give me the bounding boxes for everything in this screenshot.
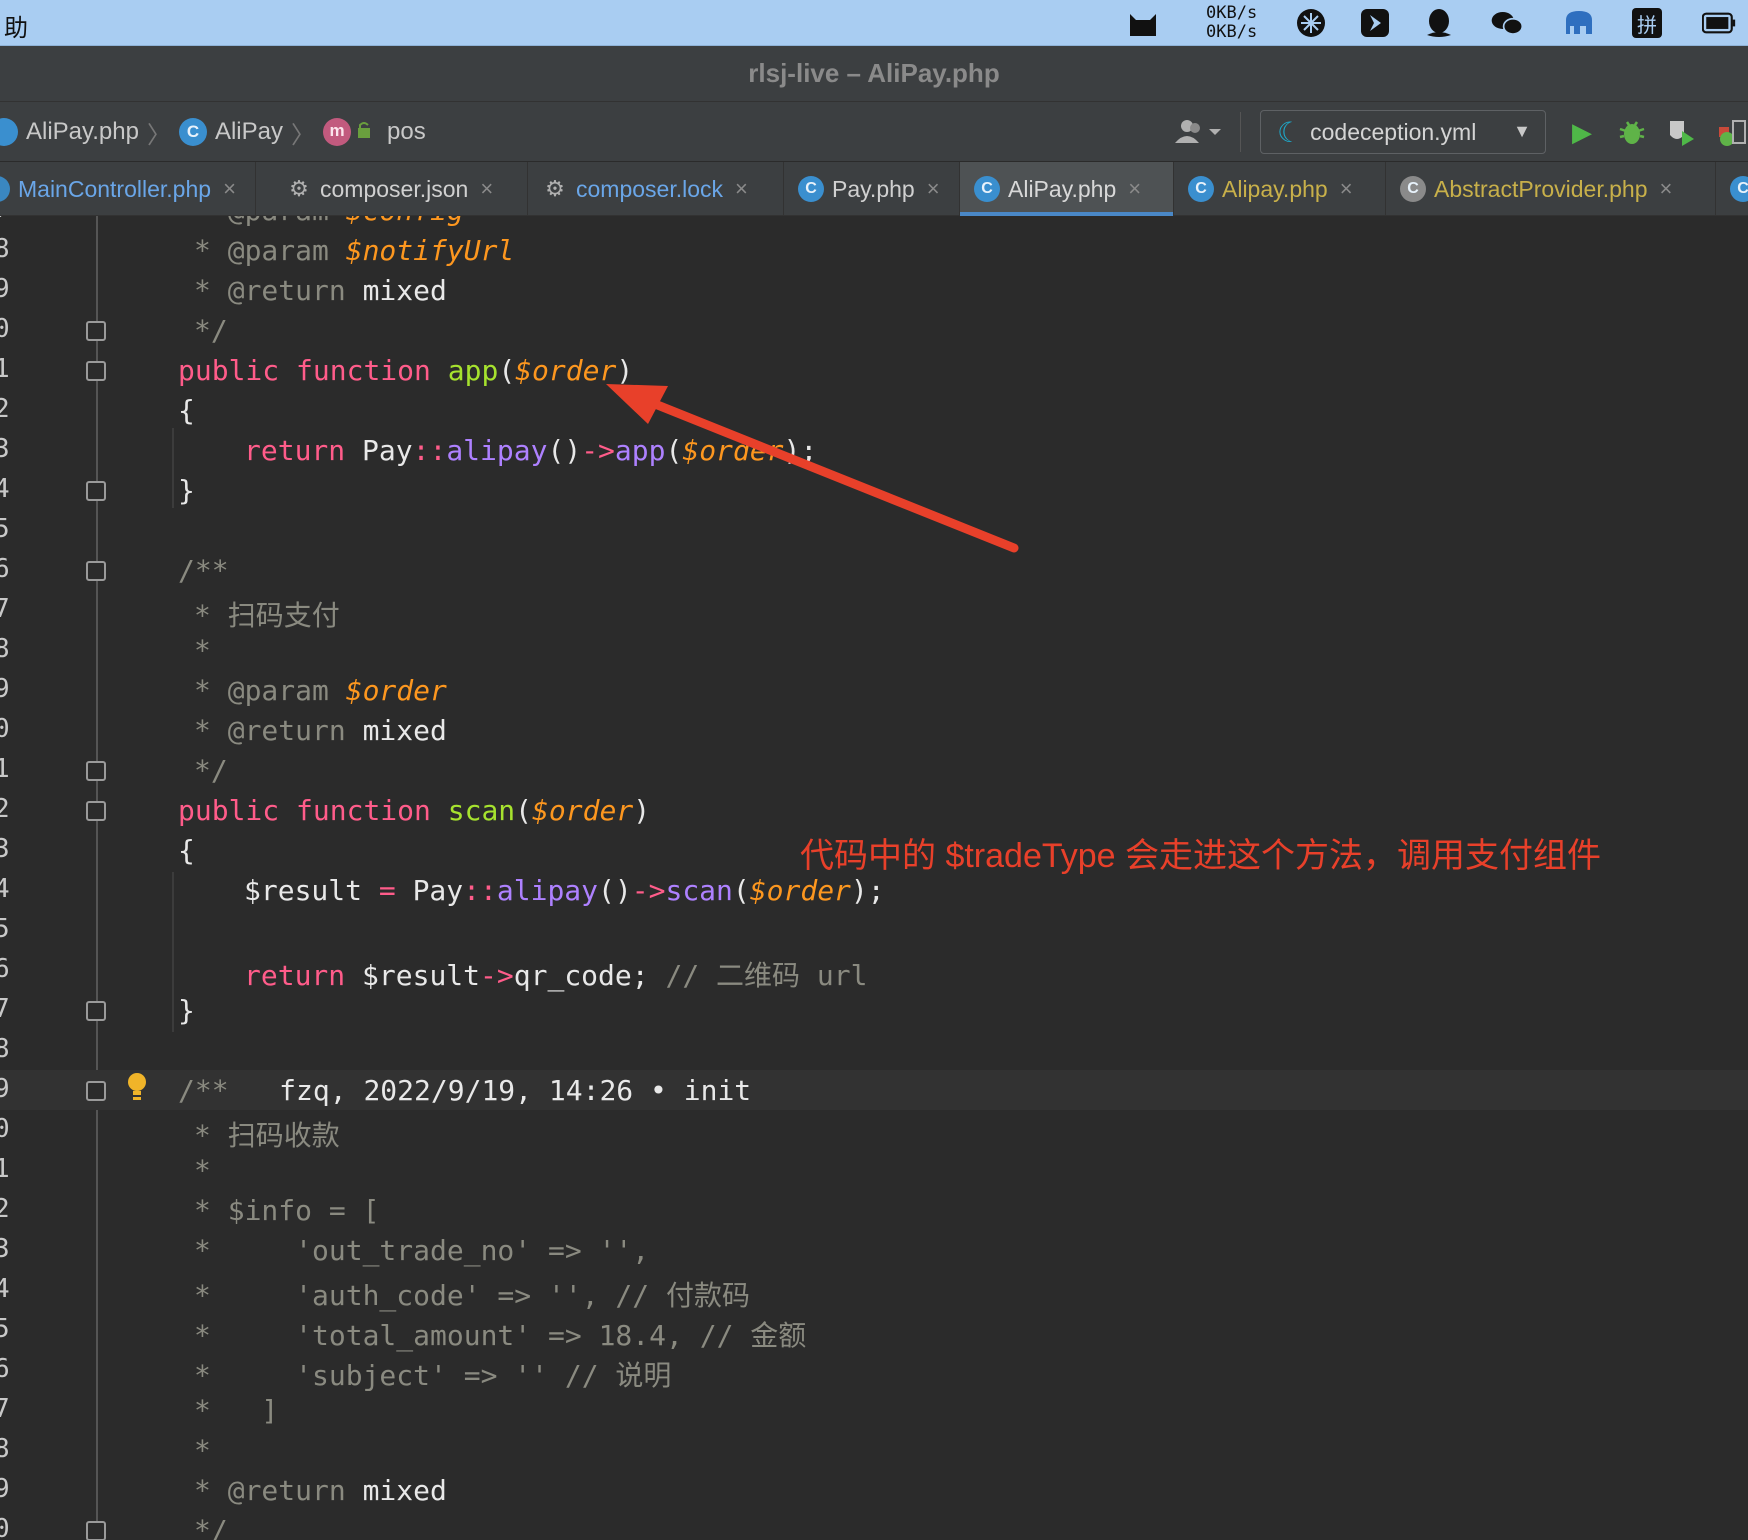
close-icon[interactable]: × [1128, 176, 1141, 202]
wechat-icon[interactable] [1490, 6, 1524, 40]
tab-main-controller[interactable]: MainController.php × [0, 162, 256, 216]
navigation-bar: AliPay.php 〉 C AliPay 〉 m pos ☾ codecept… [0, 102, 1748, 162]
tab-label: composer.lock [576, 175, 724, 202]
user-switcher-icon[interactable] [1172, 114, 1224, 150]
network-speed[interactable]: 0KB/s 0KB/s [1206, 4, 1257, 42]
close-icon[interactable]: × [480, 176, 493, 202]
php-class-icon [0, 118, 18, 146]
tab-label: AliPay.php [1008, 175, 1117, 202]
toolbar-divider [1240, 112, 1241, 152]
run-config-label: codeception.yml [1310, 118, 1477, 145]
json-file-icon: ⚙ [289, 176, 309, 201]
elephant-icon[interactable] [1562, 6, 1596, 40]
snapchat-icon[interactable] [1294, 6, 1328, 40]
breadcrumb-file[interactable]: AliPay.php [26, 118, 139, 146]
close-icon[interactable]: × [1340, 176, 1353, 202]
coverage-icon[interactable] [1664, 114, 1700, 150]
php-class-icon: C [1730, 176, 1748, 202]
tab-alipay-php-active[interactable]: C AliPay.php × [960, 162, 1174, 216]
breadcrumb-class[interactable]: AliPay [215, 118, 283, 146]
tab-abstract-provider[interactable]: C AbstractProvider.php × [1386, 162, 1716, 216]
breadcrumb-method[interactable]: pos [387, 118, 426, 146]
tab-label: Pay.php [832, 175, 915, 202]
tab-label: composer.json [320, 175, 469, 202]
sparrow-icon[interactable] [1358, 6, 1392, 40]
battery-icon[interactable] [1702, 6, 1736, 40]
window-title: rlsj-live – AliPay.php [748, 58, 1000, 88]
lock-file-icon: ⚙ [545, 176, 565, 201]
close-icon[interactable]: × [735, 176, 748, 202]
net-down-speed: 0KB/s [1206, 22, 1258, 42]
tab-label: Alipay.php [1222, 175, 1328, 202]
php-class-icon: C [798, 176, 824, 202]
code-editor[interactable]: 7* @param $config8* @param $notifyUrl9* … [0, 216, 1748, 1540]
class-icon: C [178, 118, 207, 146]
php-abstract-class-icon: C [1400, 176, 1426, 202]
close-icon[interactable]: × [927, 176, 940, 202]
chevron-down-icon: ▼ [1513, 121, 1531, 141]
pinyin-icon[interactable]: 拼 [1632, 8, 1662, 38]
profile-icon[interactable] [1714, 114, 1748, 150]
php-class-icon: C [974, 176, 1000, 202]
breadcrumb-separator: 〉 [146, 121, 171, 149]
close-icon[interactable]: × [1660, 176, 1673, 202]
method-icon: m [323, 118, 351, 146]
tab-overflow[interactable]: C [1716, 162, 1748, 216]
mac-menu-bar: 助 0KB/s 0KB/s 拼 [0, 0, 1748, 46]
run-config-selector[interactable]: ☾ codeception.yml ▼ [1260, 110, 1546, 154]
annotation-arrow [606, 384, 1019, 553]
php-class-icon: C [1188, 176, 1214, 202]
breadcrumb-separator: 〉 [291, 121, 315, 149]
qq-icon[interactable] [1422, 6, 1456, 40]
debug-icon[interactable] [1614, 114, 1650, 150]
codeception-icon: ☾ [1277, 116, 1303, 148]
tab-alipay-provider[interactable]: C Alipay.php × [1174, 162, 1386, 216]
window-title-bar: rlsj-live – AliPay.php [0, 46, 1748, 102]
tab-pay-php[interactable]: C Pay.php × [784, 162, 960, 216]
editor-tab-bar: MainController.php × ⚙ composer.json × ⚙… [0, 162, 1748, 216]
lock-icon [357, 118, 371, 146]
close-icon[interactable]: × [223, 176, 236, 202]
run-icon[interactable]: ▶ [1564, 114, 1600, 150]
php-class-icon [0, 176, 10, 202]
menu-helper-glyph[interactable]: 助 [4, 8, 28, 43]
tab-composer-lock[interactable]: ⚙ composer.lock × [528, 162, 784, 216]
net-up-speed: 0KB/s [1206, 3, 1258, 23]
cat-icon[interactable] [1126, 6, 1160, 40]
tab-label: AbstractProvider.php [1434, 175, 1648, 202]
breadcrumb: AliPay.php 〉 C AliPay 〉 m pos [0, 116, 426, 149]
tab-label: MainController.php [18, 175, 212, 202]
tab-composer-json[interactable]: ⚙ composer.json × [272, 162, 528, 216]
